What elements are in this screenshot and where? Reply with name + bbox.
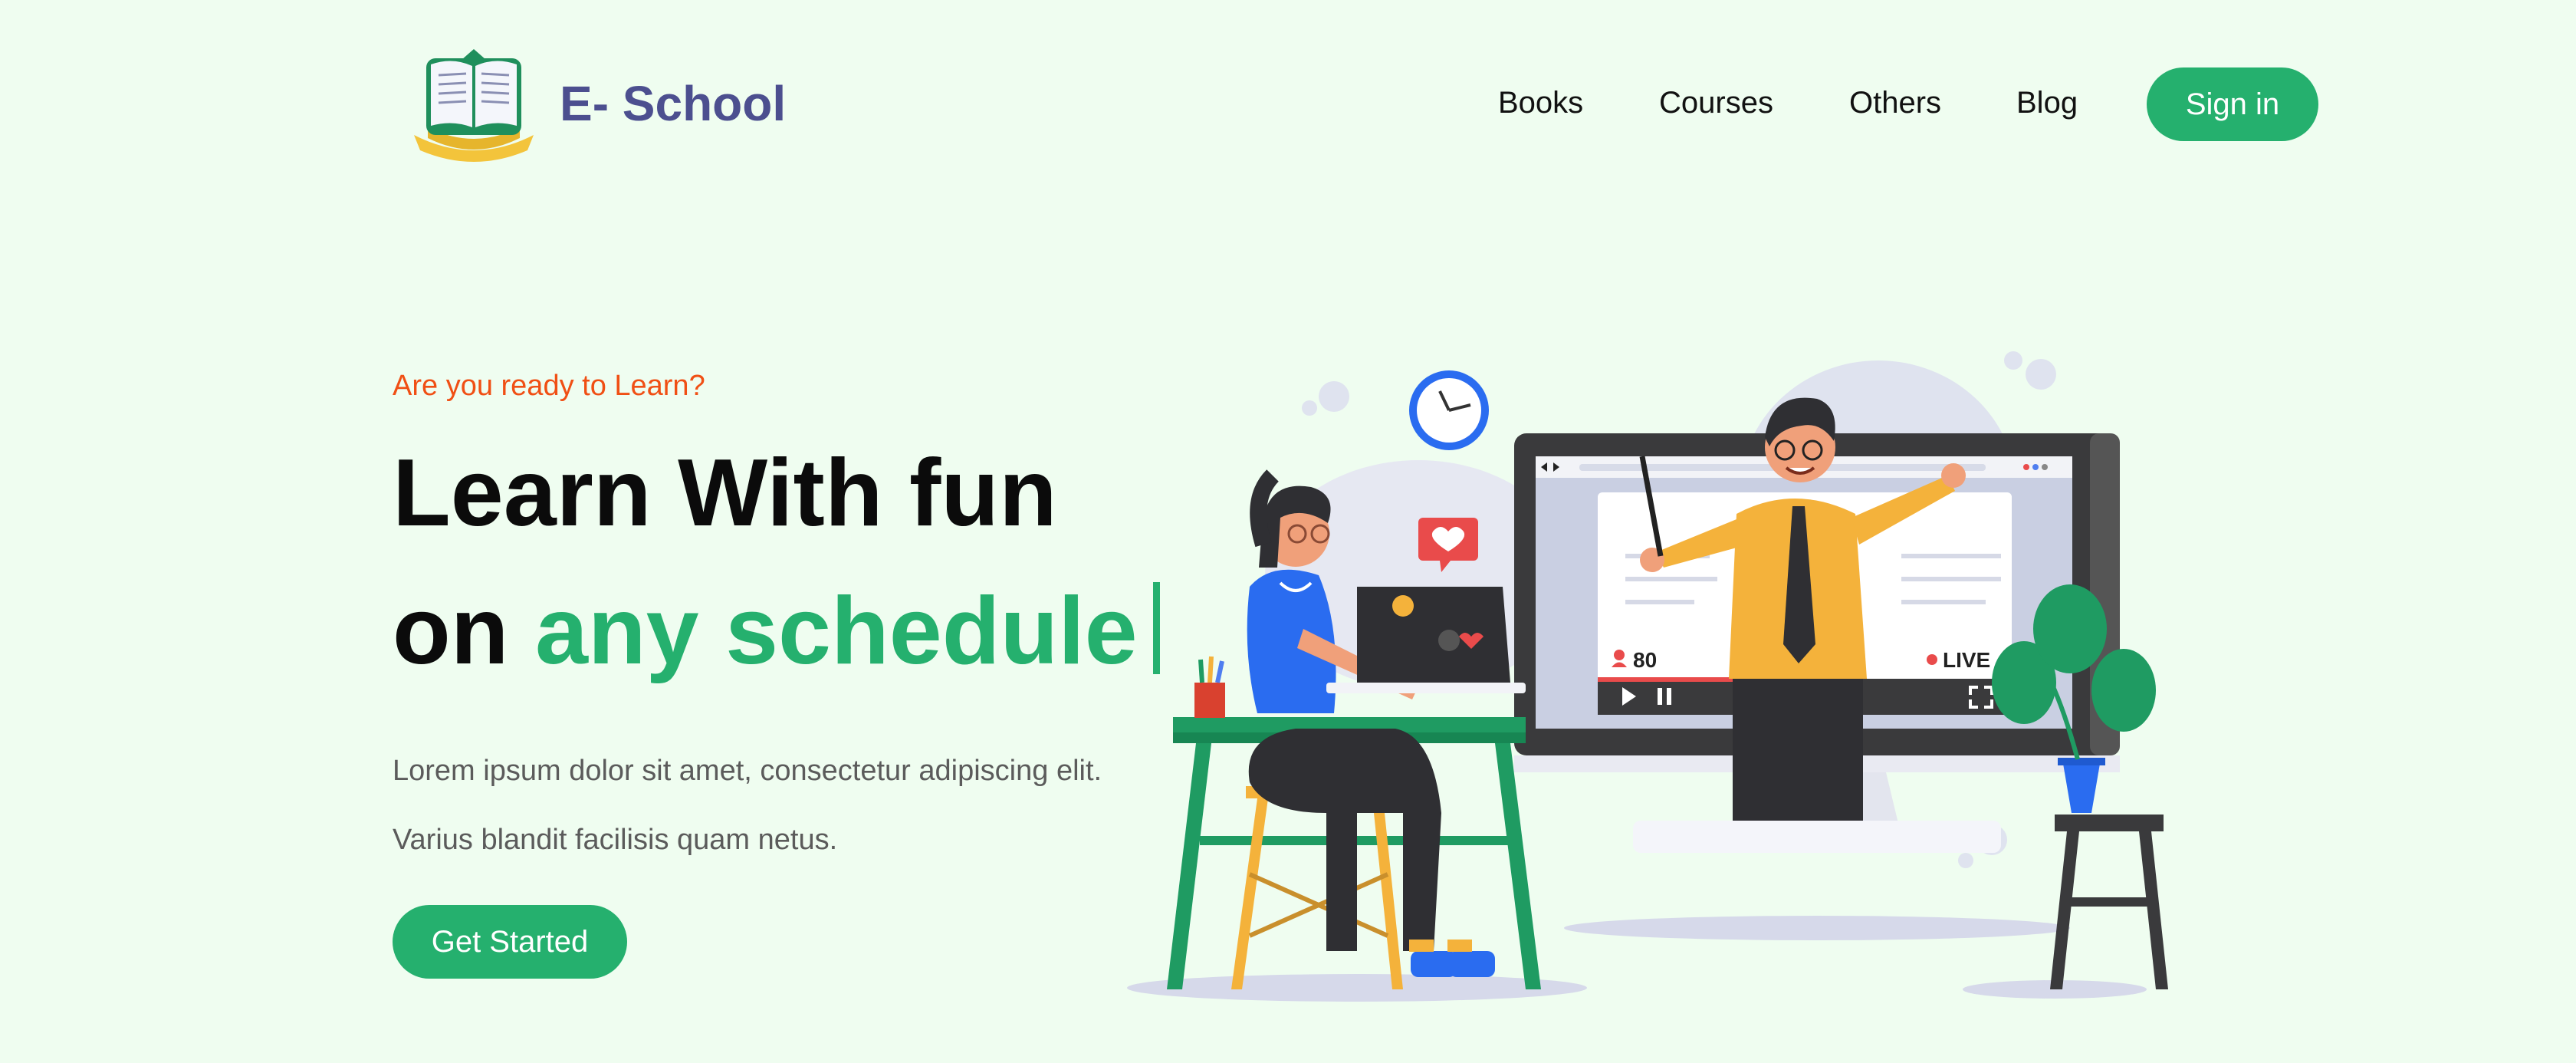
nav-courses[interactable]: Courses bbox=[1659, 86, 1773, 120]
hero-paragraph: Lorem ipsum dolor sit amet, consectetur … bbox=[393, 755, 1102, 856]
online-class-illustration: 80 LIVE bbox=[1127, 351, 2168, 1002]
hero-tagline: Are you ready to Learn? bbox=[393, 370, 705, 402]
nav-blog[interactable]: Blog bbox=[2016, 86, 2078, 120]
hero-headline-line1: Learn With fun bbox=[393, 440, 1057, 546]
hero-headline-line2: on any schedule bbox=[393, 577, 1160, 686]
hero-headline-accent: any schedule bbox=[534, 578, 1138, 684]
clock-icon bbox=[1409, 370, 1489, 450]
nav-books[interactable]: Books bbox=[1498, 86, 1583, 120]
logo-book-icon bbox=[414, 49, 534, 162]
brand-name[interactable]: E- School bbox=[560, 75, 786, 132]
viewer-count: 80 bbox=[1633, 648, 1657, 672]
hero-headline-prefix: on bbox=[393, 578, 509, 684]
nav-others[interactable]: Others bbox=[1849, 86, 1941, 120]
live-label: LIVE bbox=[1943, 648, 1990, 672]
sign-in-button[interactable]: Sign in bbox=[2147, 67, 2318, 141]
get-started-button[interactable]: Get Started bbox=[393, 905, 627, 979]
